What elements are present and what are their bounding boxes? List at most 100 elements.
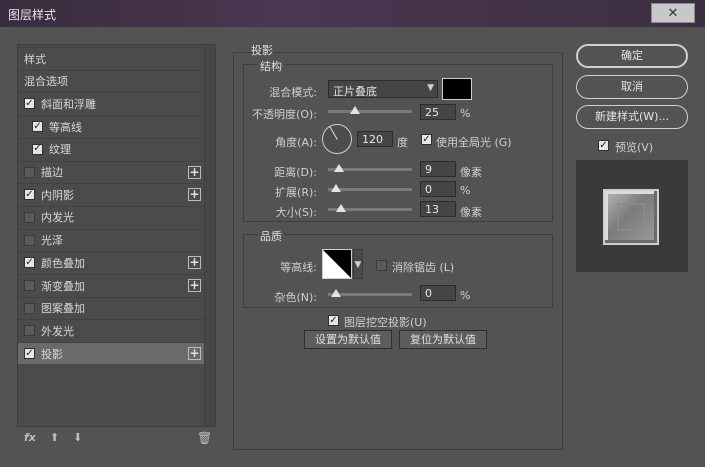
angle-dial[interactable] [322,124,352,154]
title-bar: 图层样式 ✕ [0,0,705,27]
add-effect-icon[interactable]: + [188,256,201,270]
antialias-label: 消除锯齿 (L) [392,261,455,274]
style-item[interactable]: ✓ 斜面和浮雕 [18,92,204,114]
style-list: 样式 混合选项 ✓ 斜面和浮雕 ✓ 等高线 ✓ 纹理 描边 + ✓ 内阴影 + 内发光 光泽 ✓ 颜色叠加 + 渐变… [17,44,216,427]
angle-label: 角度(A): [275,136,317,149]
style-item[interactable]: 光泽 [18,228,204,251]
distance-slider[interactable] [328,164,412,172]
distance-label: 距离(D): [274,166,317,179]
style-item-checkbox[interactable]: ✓ [32,121,43,133]
chevron-down-icon: ▼ [354,260,362,270]
add-effect-icon[interactable]: + [188,347,201,361]
style-item-label: 内阴影 [41,188,74,202]
style-item[interactable]: 样式 [18,47,204,69]
contour-label: 等高线: [280,261,317,274]
style-item-checkbox[interactable] [24,211,35,223]
spread-unit: % [460,184,471,197]
reset-default-button[interactable]: 复位为默认值 [399,330,487,349]
style-item-label: 混合选项 [24,75,68,89]
noise-unit: % [460,289,471,302]
opacity-label: 不透明度(O): [252,108,317,121]
preview-label: 预览(V) [615,141,654,154]
window-title: 图层样式 [8,8,57,22]
antialias-checkbox[interactable] [376,260,387,271]
spread-input[interactable]: 0 [420,181,456,197]
add-effect-icon[interactable]: + [188,279,201,292]
style-item-checkbox[interactable] [24,166,35,178]
noise-slider-thumb[interactable] [331,289,341,297]
style-item-label: 光泽 [41,234,63,248]
style-item-label: 图案叠加 [41,302,85,316]
style-item-checkbox[interactable] [24,234,35,246]
knockout-label: 图层挖空投影(U) [344,316,427,329]
style-item[interactable]: ✓ 颜色叠加 + [18,251,204,273]
style-item[interactable]: 混合选项 [18,69,204,92]
style-item[interactable]: 渐变叠加 + [18,274,204,296]
move-down-icon[interactable]: ⬇ [73,431,82,444]
style-item[interactable]: 内发光 [18,205,204,228]
style-item[interactable]: ✓ 内阴影 + [18,183,204,205]
size-slider[interactable] [328,204,412,212]
style-item[interactable]: ✓ 等高线 [18,115,204,137]
style-list-scrollbar[interactable] [204,45,215,426]
distance-input[interactable]: 9 [420,161,456,177]
move-up-icon[interactable]: ⬆ [50,431,59,444]
style-item-label: 样式 [24,52,46,66]
style-item-label: 外发光 [41,324,74,338]
preview-stamp-glyph [617,203,645,231]
style-item-checkbox[interactable]: ✓ [24,348,35,360]
shadow-color-swatch[interactable] [442,78,472,100]
size-unit: 像素 [460,206,482,219]
new-style-button[interactable]: 新建样式(W)... [576,105,688,129]
global-light-label: 使用全局光 (G) [436,136,512,149]
size-slider-thumb[interactable] [335,204,346,212]
spread-slider[interactable] [328,184,412,192]
global-light-checkbox[interactable]: ✓ [421,134,432,145]
style-item[interactable]: ✓ 投影 + [18,342,204,365]
quality-title: 品质 [258,228,284,244]
style-item-checkbox[interactable] [24,302,35,314]
set-default-button[interactable]: 设置为默认值 [304,330,392,349]
style-item-label: 投影 [41,347,63,361]
blend-mode-label: 混合模式: [269,86,317,99]
noise-label: 杂色(N): [274,291,317,304]
style-item-label: 描边 [41,166,63,179]
style-item-checkbox[interactable] [24,325,35,337]
panel-title: 投影 [251,44,273,57]
fx-icon[interactable]: fx [24,431,36,444]
angle-input[interactable]: 120 [357,131,393,147]
angle-unit: 度 [397,136,408,149]
opacity-slider[interactable] [328,106,412,114]
ok-button[interactable]: 确定 [576,44,688,68]
cancel-button[interactable]: 取消 [576,75,688,99]
blend-mode-select[interactable]: 正片叠底 ▼ [328,80,438,98]
close-button[interactable]: ✕ [651,3,695,23]
contour-dropdown-button[interactable]: ▼ [353,249,363,279]
close-icon: ✕ [667,5,679,21]
distance-slider-thumb[interactable] [334,164,345,172]
add-effect-icon[interactable]: + [188,188,201,202]
noise-slider[interactable] [328,289,412,297]
style-item-label: 等高线 [49,120,82,134]
style-item-checkbox[interactable]: ✓ [24,98,35,110]
style-item[interactable]: ✓ 纹理 [18,137,204,160]
opacity-input[interactable]: 25 [420,104,456,120]
style-item[interactable]: 外发光 [18,319,204,341]
style-item-checkbox[interactable]: ✓ [24,189,35,201]
style-item[interactable]: 图案叠加 [18,296,204,319]
size-label: 大小(S): [275,206,317,219]
preview-checkbox[interactable]: ✓ [598,140,609,151]
style-item[interactable]: 描边 + [18,160,204,183]
style-preview [576,160,688,272]
spread-slider-thumb[interactable] [331,184,341,192]
opacity-slider-thumb[interactable] [350,106,360,114]
size-input[interactable]: 13 [420,201,456,217]
contour-preview[interactable] [322,249,352,279]
add-effect-icon[interactable]: + [188,165,201,179]
knockout-checkbox[interactable]: ✓ [328,315,339,326]
trash-icon[interactable]: 🗑 [197,431,212,445]
style-item-checkbox[interactable]: ✓ [24,257,35,269]
noise-input[interactable]: 0 [420,285,456,301]
style-item-checkbox[interactable] [24,280,35,291]
style-item-checkbox[interactable]: ✓ [32,143,43,155]
